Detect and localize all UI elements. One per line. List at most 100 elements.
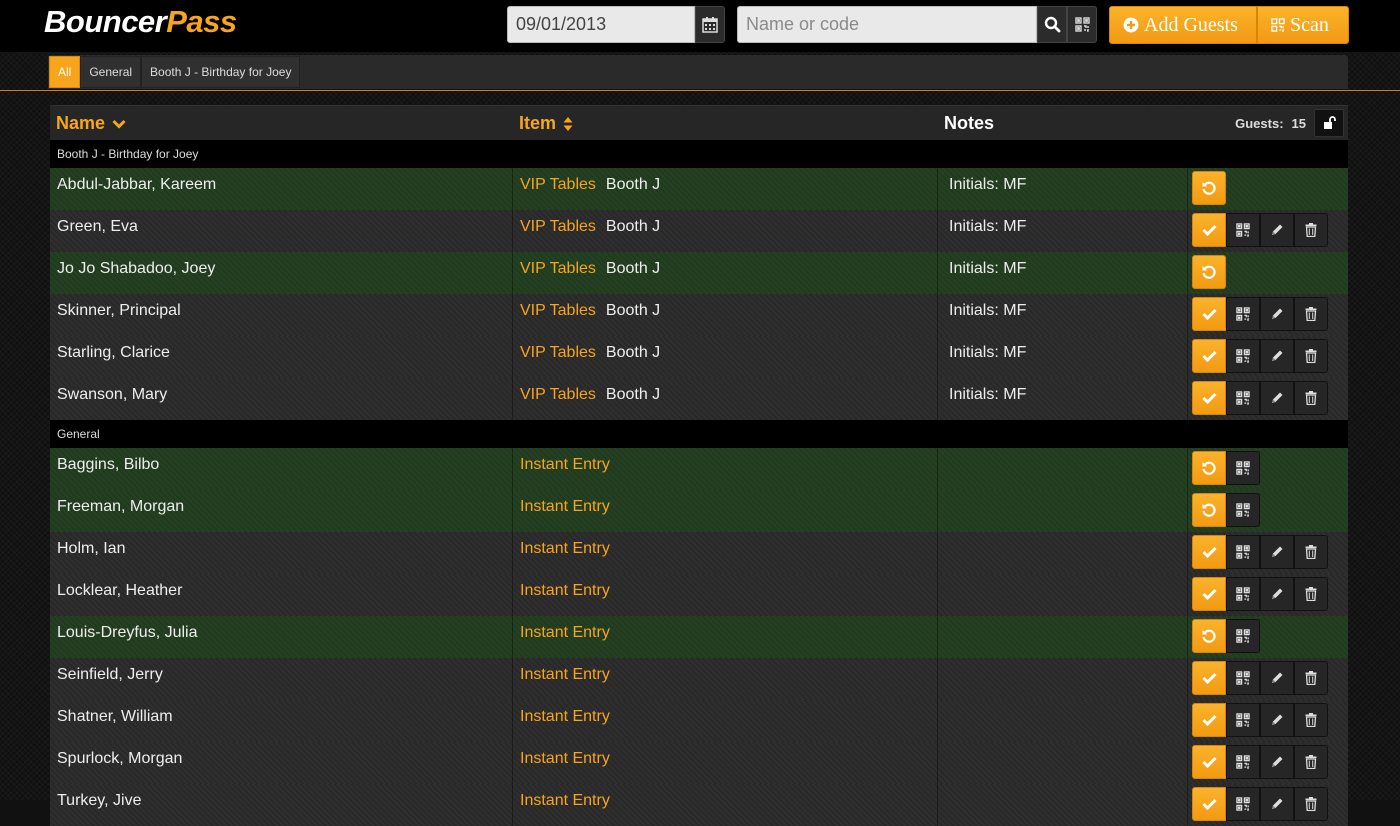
qr-code-button[interactable] <box>1226 661 1260 695</box>
item-detail: Booth J <box>605 302 661 319</box>
trash-icon <box>1305 545 1317 559</box>
lock-toggle-button[interactable] <box>1314 109 1344 137</box>
table-row: Turkey, Jive Instant Entry <box>50 784 1348 826</box>
date-input[interactable]: 09/01/2013 <box>507 6 695 43</box>
search-input[interactable] <box>737 6 1037 43</box>
qr-code-button[interactable] <box>1226 787 1260 821</box>
table-row: Freeman, Morgan Instant Entry <box>50 490 1348 532</box>
table-row: Swanson, Mary VIP Tables Booth J Initials: … <box>50 378 1348 420</box>
table-row: Shatner, William Instant Entry <box>50 700 1348 742</box>
undo-checkin-button[interactable] <box>1192 171 1226 205</box>
checkin-button[interactable] <box>1192 535 1226 569</box>
row-actions <box>1188 378 1348 420</box>
qr-code-button[interactable] <box>1226 297 1260 331</box>
checkin-button[interactable] <box>1192 339 1226 373</box>
delete-button[interactable] <box>1294 535 1328 569</box>
qr-code-button[interactable] <box>1226 451 1260 485</box>
qr-code-button[interactable] <box>1226 577 1260 611</box>
item-category: VIP Tables <box>520 386 596 403</box>
delete-button[interactable] <box>1294 703 1328 737</box>
qr-code-icon <box>1236 223 1250 237</box>
undo-checkin-button[interactable] <box>1192 493 1226 527</box>
row-actions <box>1188 210 1348 252</box>
guest-name: Swanson, Mary <box>50 378 513 420</box>
edit-button[interactable] <box>1260 381 1294 415</box>
delete-button[interactable] <box>1294 787 1328 821</box>
qr-code-button[interactable] <box>1226 493 1260 527</box>
edit-button[interactable] <box>1260 661 1294 695</box>
edit-button[interactable] <box>1260 787 1294 821</box>
delete-button[interactable] <box>1294 213 1328 247</box>
edit-button[interactable] <box>1260 297 1294 331</box>
edit-button[interactable] <box>1260 745 1294 779</box>
guest-name: Seinfield, Jerry <box>50 658 513 700</box>
edit-button[interactable] <box>1260 339 1294 373</box>
row-actions <box>1188 700 1348 742</box>
row-actions <box>1188 784 1348 826</box>
guest-notes <box>938 448 1188 490</box>
guest-notes: Initials: MF <box>938 378 1188 420</box>
item-category: Instant Entry <box>520 540 610 557</box>
pencil-icon <box>1270 755 1284 769</box>
undo-checkin-button[interactable] <box>1192 255 1226 289</box>
delete-button[interactable] <box>1294 745 1328 779</box>
edit-button[interactable] <box>1260 213 1294 247</box>
qr-code-button[interactable] <box>1226 213 1260 247</box>
delete-button[interactable] <box>1294 577 1328 611</box>
logo-text-pass: Pass <box>166 4 237 39</box>
checkin-button[interactable] <box>1192 577 1226 611</box>
checkin-button[interactable] <box>1192 661 1226 695</box>
guest-item: Instant Entry <box>513 616 938 658</box>
qr-code-button[interactable] <box>1226 745 1260 779</box>
qr-code-button[interactable] <box>1226 703 1260 737</box>
scan-label: Scan <box>1290 13 1329 36</box>
filter-all[interactable]: All <box>49 56 81 88</box>
app-logo[interactable]: BouncerPass <box>44 4 237 40</box>
action-buttons: Add Guests Scan <box>1109 6 1349 44</box>
guest-name: Louis-Dreyfus, Julia <box>50 616 513 658</box>
checkin-button[interactable] <box>1192 703 1226 737</box>
add-guests-button[interactable]: Add Guests <box>1109 6 1257 44</box>
filter-booth-j[interactable]: Booth J - Birthday for Joey <box>141 56 301 88</box>
search-qr-button[interactable] <box>1067 6 1097 43</box>
edit-button[interactable] <box>1260 535 1294 569</box>
delete-button[interactable] <box>1294 297 1328 331</box>
checkin-button[interactable] <box>1192 213 1226 247</box>
plus-circle-icon <box>1123 17 1139 33</box>
row-actions <box>1188 658 1348 700</box>
qr-code-button[interactable] <box>1226 339 1260 373</box>
qr-code-button[interactable] <box>1226 381 1260 415</box>
guest-notes <box>938 658 1188 700</box>
edit-button[interactable] <box>1260 577 1294 611</box>
edit-button[interactable] <box>1260 703 1294 737</box>
table-row: Louis-Dreyfus, Julia Instant Entry <box>50 616 1348 658</box>
trash-icon <box>1305 797 1317 811</box>
filter-general[interactable]: General <box>80 56 142 88</box>
qr-code-icon <box>1236 503 1250 517</box>
search-button[interactable] <box>1037 6 1067 43</box>
scan-button[interactable]: Scan <box>1257 6 1349 44</box>
column-header-item[interactable]: Item <box>513 113 938 134</box>
checkin-button[interactable] <box>1192 381 1226 415</box>
checkin-button[interactable] <box>1192 745 1226 779</box>
column-header-name[interactable]: Name <box>50 113 513 134</box>
guest-notes <box>938 490 1188 532</box>
qr-code-button[interactable] <box>1226 535 1260 569</box>
table-row: Holm, Ian Instant Entry <box>50 532 1348 574</box>
undo-checkin-button[interactable] <box>1192 619 1226 653</box>
checkin-button[interactable] <box>1192 297 1226 331</box>
item-category: Instant Entry <box>520 708 610 725</box>
checkin-button[interactable] <box>1192 787 1226 821</box>
guest-notes: Initials: MF <box>938 168 1188 210</box>
guest-name: Baggins, Bilbo <box>50 448 513 490</box>
item-category: Instant Entry <box>520 582 610 599</box>
undo-checkin-button[interactable] <box>1192 451 1226 485</box>
delete-button[interactable] <box>1294 661 1328 695</box>
guest-notes: Initials: MF <box>938 336 1188 378</box>
qr-code-button[interactable] <box>1226 619 1260 653</box>
delete-button[interactable] <box>1294 381 1328 415</box>
guest-name: Freeman, Morgan <box>50 490 513 532</box>
logo-text-bouncer: Bouncer <box>44 4 167 39</box>
calendar-button[interactable] <box>695 6 725 43</box>
delete-button[interactable] <box>1294 339 1328 373</box>
